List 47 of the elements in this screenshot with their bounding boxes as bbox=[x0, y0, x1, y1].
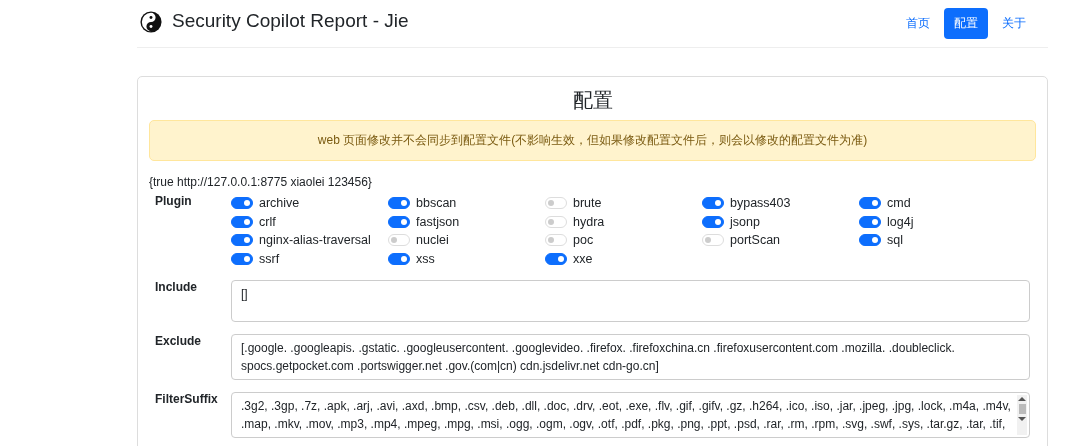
site-title: Security Copilot Report - Jie bbox=[172, 9, 409, 32]
toggle-switch[interactable] bbox=[702, 197, 724, 210]
field-label: FilterSuffix bbox=[154, 392, 219, 408]
toggle-switch[interactable] bbox=[231, 215, 253, 228]
plugin-name: jsonp bbox=[730, 214, 760, 229]
field-label: Exclude bbox=[154, 334, 203, 350]
field-label: Plugin bbox=[154, 194, 193, 210]
plugin-name: hydra bbox=[573, 214, 605, 229]
toggle-switch[interactable] bbox=[859, 215, 881, 228]
scrollbar[interactable] bbox=[1017, 395, 1027, 435]
plugin-name: nuclei bbox=[416, 233, 449, 248]
toggle-switch[interactable] bbox=[231, 252, 253, 265]
card-title: 配置 bbox=[571, 87, 614, 114]
yin-yang-logo-icon bbox=[140, 10, 162, 33]
toggle-switch[interactable] bbox=[231, 234, 253, 247]
config-summary: {true http://127.0.0.1:8775 xiaolei 123456} bbox=[149, 175, 373, 189]
toggle-switch[interactable] bbox=[702, 215, 724, 228]
field-label: Include bbox=[154, 280, 198, 296]
toggle-switch[interactable] bbox=[545, 252, 567, 265]
plugin-name: fastjson bbox=[416, 214, 460, 229]
text-area[interactable]: .3g2, .3gp, .7z, .apk, .arj, .avi, .axd, .bmp, .csv, .deb, .dll, .doc, .drv, .eot, .exe, .flv, .gif, .gifv, .gz, .h264, .ico, .iso, .jar, .jpeg, .jpg, .lock, .m4a, .m4v, .map, .mkv, .mov, .mp3, .mp4, .mpeg, .mpg, .msi, .ogg, .ogm, .ogv, .otf, .pdf, .pkg, .png, .ppt, .psd, .rar, .rm, .rpm, .svg, .swf, .sys, .tar.gz, .tar, .tif, bbox=[231, 392, 1030, 438]
toggle-switch[interactable] bbox=[859, 234, 881, 247]
plugin-name: cmd bbox=[887, 196, 911, 211]
warning-alert: web 页面修改并不会同步到配置文件(不影响生效，但如果修改配置文件后，则会以修改的配置文件为准) bbox=[149, 120, 1036, 161]
plugin-name: poc bbox=[573, 233, 594, 248]
plugin-name: sql bbox=[887, 233, 903, 248]
toggle-switch[interactable] bbox=[859, 197, 881, 210]
toggle-switch[interactable] bbox=[388, 215, 410, 228]
plugin-name: log4j bbox=[887, 214, 914, 229]
plugin-name: bypass403 bbox=[730, 196, 791, 211]
plugin-name: nginx-alias-traversal bbox=[259, 233, 371, 248]
toggle-switch[interactable] bbox=[388, 252, 410, 265]
nav-link[interactable]: 首页 bbox=[896, 8, 940, 39]
plugin-name: portScan bbox=[730, 233, 781, 248]
plugin-name: bbscan bbox=[416, 196, 457, 211]
plugin-name: ssrf bbox=[259, 251, 280, 266]
plugin-name: crlf bbox=[259, 214, 276, 229]
text-area[interactable]: [] bbox=[231, 280, 1030, 322]
nav-link[interactable]: 关于 bbox=[992, 8, 1036, 39]
plugin-name: archive bbox=[259, 196, 300, 211]
plugin-name: xss bbox=[416, 251, 435, 266]
toggle-switch[interactable] bbox=[231, 197, 253, 210]
plugin-name: brute bbox=[573, 196, 602, 211]
nav-link[interactable]: 配置 bbox=[944, 8, 988, 39]
plugin-name: xxe bbox=[573, 251, 593, 266]
toggle-switch[interactable] bbox=[388, 197, 410, 210]
text-area[interactable]: [.google. .googleapis. .gstatic. .googleusercontent. .googlevideo. .firefox. .firefoxchina.cn .firefoxusercontent.com .mozilla. .doubleclick. spocs.getpocket.com .portswigger.net .gov.(com|cn) cdn.jsdelivr.net cdn-go.cn] bbox=[231, 334, 1030, 380]
